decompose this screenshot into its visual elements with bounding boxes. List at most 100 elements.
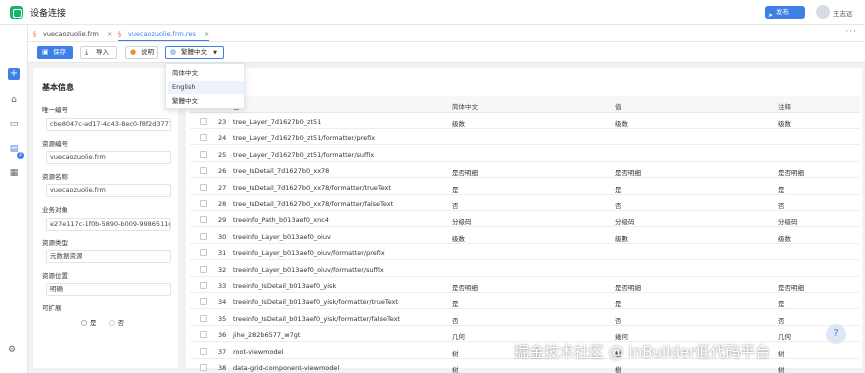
cell-zh[interactable]: 是否明细 (452, 167, 478, 177)
user-name[interactable]: 王志远 (833, 8, 853, 18)
home-icon[interactable]: ⌂ (8, 94, 20, 106)
row-checkbox[interactable] (200, 364, 207, 371)
header-value[interactable]: 值 (615, 101, 622, 111)
publish-button[interactable]: ➤ 发布 (765, 6, 805, 19)
header-zh[interactable]: 简体中文 (452, 101, 478, 111)
row-checkbox[interactable] (200, 347, 207, 355)
package-icon[interactable]: ▦ (8, 167, 20, 179)
language-option-zh-cn[interactable]: 简体中文 (168, 67, 244, 80)
cell-key[interactable]: treeinfo_IsDetail_b013aef0_yisk/formatte… (233, 298, 398, 306)
cell-value[interactable]: 否 (615, 200, 622, 210)
save-button[interactable]: ▣ 保存 (37, 46, 73, 59)
radio-yes[interactable] (81, 320, 87, 326)
language-select[interactable]: ◍ 繁體中文 ▼ (165, 46, 224, 59)
row-checkbox[interactable] (200, 314, 207, 322)
table-row[interactable]: 24 tree_Layer_7d1627b0_zt51/formatter/pre… (190, 130, 860, 146)
table-row[interactable]: 33 treeinfo_IsDetail_b013aef0_yisk 是否明细 是否明… (190, 278, 860, 293)
row-checkbox[interactable] (200, 249, 207, 257)
field-business-object[interactable]: e27e117c-1f0b-5890-b009-9986511d65 (46, 218, 171, 231)
table-row[interactable]: 26 tree_IsDetail_7d1627b0_xx78 是否明细 是否明细 是否明… (190, 163, 860, 179)
field-resource-location[interactable]: 明确 (46, 283, 171, 296)
close-icon[interactable]: × (204, 30, 209, 38)
row-checkbox[interactable] (200, 298, 207, 306)
cell-note[interactable]: 是否明细 (778, 282, 804, 292)
field-resource-no[interactable]: vuecaozuolie.frm (46, 151, 171, 164)
row-checkbox[interactable] (200, 331, 207, 339)
cell-zh[interactable]: 级数 (452, 118, 465, 128)
cell-note[interactable]: 是 (778, 184, 785, 194)
more-icon[interactable]: ··· (845, 27, 857, 37)
row-checkbox[interactable] (200, 282, 207, 289)
cell-value[interactable]: 是 (615, 184, 622, 194)
cell-note[interactable]: 是 (778, 298, 785, 308)
cell-key[interactable]: tree_Layer_7d1627b0_zt51 (233, 118, 321, 126)
cell-key[interactable]: treeinfo_IsDetail_b013aef0_yisk (233, 282, 336, 290)
cell-key[interactable]: treeinfo_Layer_b013aef0_oiuv/formatter/s… (233, 266, 384, 274)
tab-vuecaozuolie-frm[interactable]: § vuecaozuolie.frm × (33, 28, 112, 41)
table-row[interactable]: 27 tree_IsDetail_7d1627b0_xx78/formatter/… (190, 180, 860, 195)
cell-key[interactable]: tree_Layer_7d1627b0_zt51/formatter/prefi… (233, 134, 375, 142)
language-option-en[interactable]: English (168, 81, 244, 94)
table-row[interactable]: 29 treeinfo_Path_b013aef0_xnc4 分级码 分级码 分级码 (190, 212, 860, 228)
field-resource-type[interactable]: 元数据资源 (46, 250, 171, 263)
cell-value[interactable]: 幾何 (615, 331, 628, 341)
row-checkbox[interactable] (200, 216, 207, 224)
table-row[interactable]: 25 tree_Layer_7d1627b0_zt51/formatter/suf… (190, 147, 860, 162)
cell-key[interactable]: treeinfo_Layer_b013aef0_oiuv/formatter/p… (233, 249, 385, 257)
cell-zh[interactable]: 否 (452, 315, 459, 325)
cell-note[interactable]: 树 (778, 348, 785, 358)
cell-key[interactable]: tree_Layer_7d1627b0_zt51/formatter/suffi… (233, 151, 374, 159)
language-option-zh-tw[interactable]: 繁體中文 (168, 95, 244, 108)
field-resource-name[interactable]: vuecaozuolie.frm (46, 184, 171, 197)
cell-value[interactable]: 是否明細 (615, 282, 641, 292)
row-checkbox[interactable] (200, 118, 207, 125)
import-button[interactable]: ⤓ 导入 (80, 46, 117, 59)
monitor-icon[interactable]: ▭ (8, 118, 20, 130)
cell-value[interactable]: 分级码 (615, 216, 635, 226)
row-checkbox[interactable] (200, 167, 207, 175)
cell-key[interactable]: data-grid-component-viewmodel (233, 364, 339, 372)
table-row[interactable]: 28 tree_IsDetail_7d1627b0_xx78/formatter/… (190, 196, 860, 211)
cell-note[interactable]: 是否明细 (778, 167, 804, 177)
table-row[interactable]: 30 treeinfo_Layer_b013aef0_oiuv 级数 級數 级数 (190, 229, 860, 244)
tab-vuecaozuolie-frm-res[interactable]: § vuecaozuolie.frm.res × (118, 28, 210, 41)
field-id[interactable]: cbe8047c-ad17-4c43-8ec0-f8f2d377725 (46, 118, 171, 131)
row-checkbox[interactable] (200, 183, 207, 191)
cell-zh[interactable]: 树 (452, 364, 459, 373)
cell-value[interactable]: 是否明细 (615, 167, 641, 177)
cell-zh[interactable]: 是否明细 (452, 282, 478, 292)
row-checkbox[interactable] (200, 265, 207, 273)
cell-value[interactable]: 樹 (615, 364, 622, 373)
cell-note[interactable]: 级数 (778, 233, 791, 243)
cell-key[interactable]: tree_IsDetail_7d1627b0_xx78 (233, 167, 329, 175)
plus-icon[interactable]: + (8, 68, 20, 80)
cell-note[interactable]: 级数 (778, 118, 791, 128)
header-note[interactable]: 注释 (778, 101, 791, 111)
cell-zh[interactable]: 分级码 (452, 216, 472, 226)
cell-key[interactable]: treeinfo_IsDetail_b013aef0_yisk/formatte… (233, 315, 400, 323)
table-row[interactable]: 23 tree_Layer_7d1627b0_zt51 级数 级数 级数 (190, 114, 860, 129)
cell-zh[interactable]: 几何 (452, 331, 465, 341)
cell-value[interactable]: 否 (615, 315, 622, 325)
cell-value[interactable]: 级数 (615, 118, 628, 128)
cell-note[interactable]: 几何 (778, 331, 791, 341)
cell-zh[interactable]: 否 (452, 200, 459, 210)
cell-note[interactable]: 否 (778, 200, 785, 210)
row-checkbox[interactable] (200, 200, 207, 207)
cell-key[interactable]: tree_IsDetail_7d1627b0_xx78/formatter/fa… (233, 200, 393, 208)
cell-zh[interactable]: 树 (452, 348, 459, 358)
cell-note[interactable]: 否 (778, 315, 785, 325)
cell-note[interactable]: 树 (778, 364, 785, 373)
table-row[interactable]: 31 treeinfo_Layer_b013aef0_oiuv/formatter… (190, 245, 860, 261)
row-checkbox[interactable] (200, 232, 207, 240)
cell-zh[interactable]: 级数 (452, 233, 465, 243)
row-checkbox[interactable] (200, 134, 207, 142)
close-icon[interactable]: × (107, 30, 112, 38)
table-row[interactable]: 34 treeinfo_IsDetail_b013aef0_yisk/format… (190, 294, 860, 310)
cell-key[interactable]: jihe_282b6577_w7gt (233, 331, 300, 339)
table-row[interactable]: 36 jihe_282b6577_w7gt 几何 幾何 几何 (190, 327, 860, 343)
cell-key[interactable]: root-viewmodel (233, 348, 283, 356)
row-checkbox[interactable] (200, 150, 207, 158)
gear-icon[interactable]: ⚙ (8, 345, 16, 355)
avatar[interactable] (816, 5, 830, 19)
